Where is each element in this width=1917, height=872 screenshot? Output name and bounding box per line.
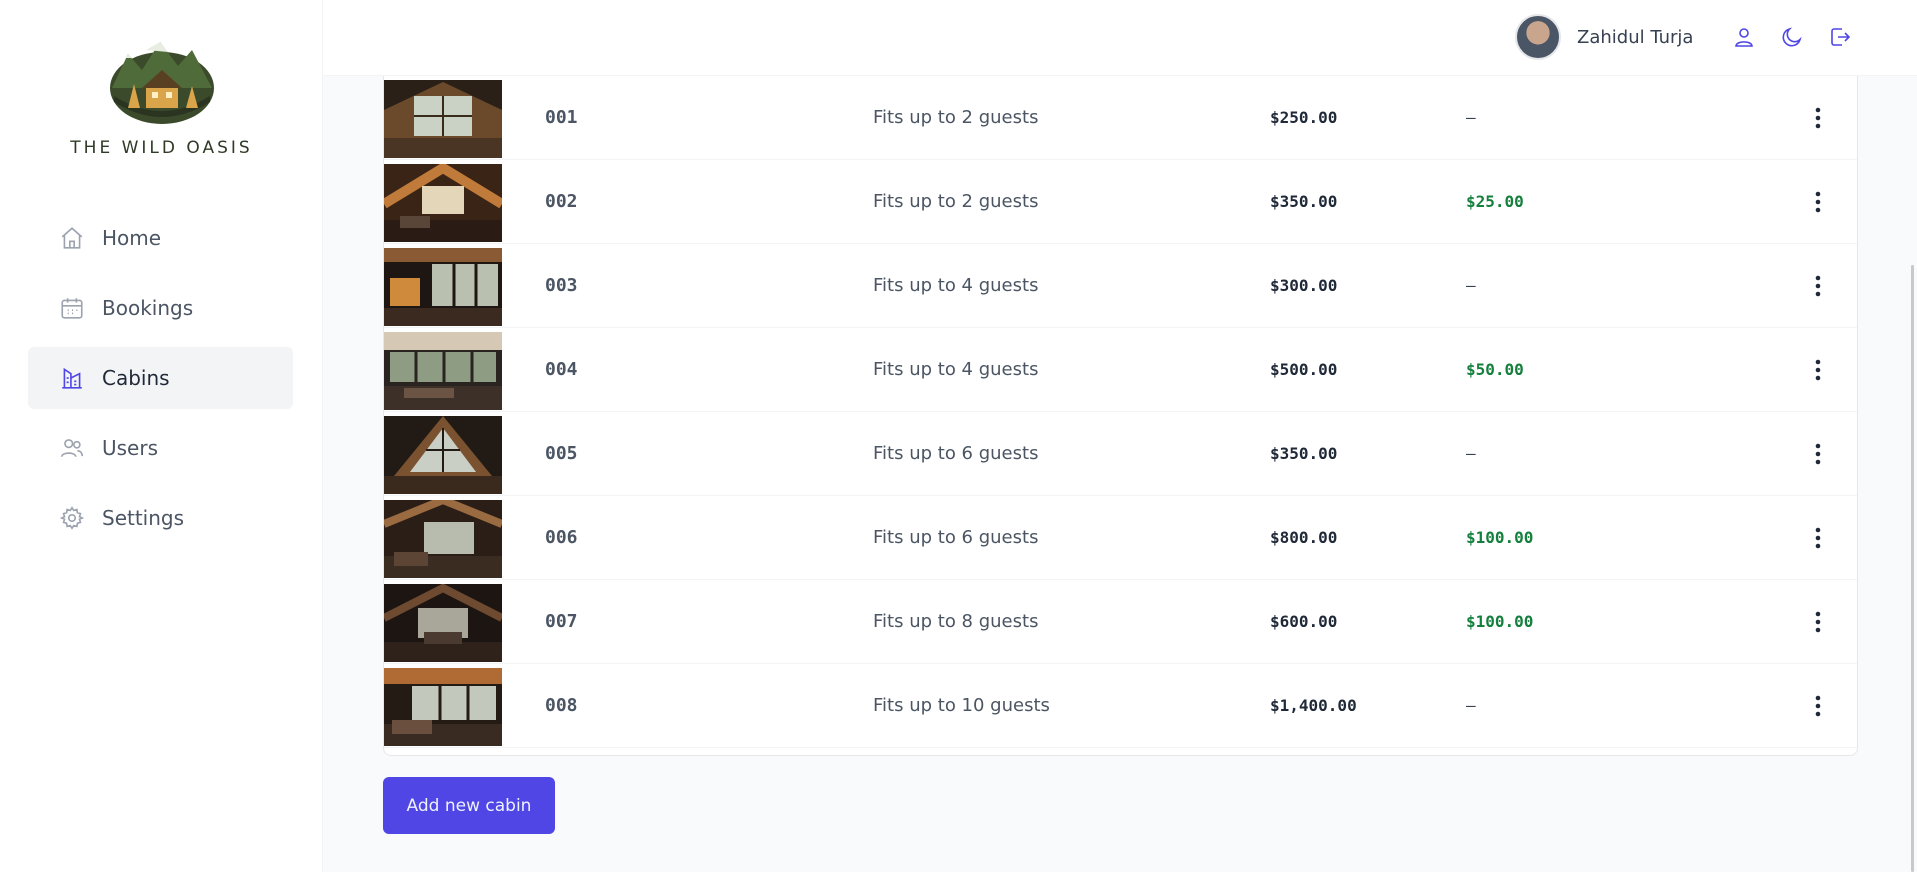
add-cabin-button[interactable]: Add new cabin [383,777,555,834]
cabin-image [384,500,502,578]
kebab-menu-icon [1815,611,1821,633]
cabin-capacity: Fits up to 2 guests [873,107,1039,128]
table-row: 004 Fits up to 4 guests $500.00 $50.00 [384,328,1857,412]
moon-icon [1782,27,1802,47]
brand-logo: THE WILD OASIS [0,36,323,158]
kebab-menu-icon [1815,695,1821,717]
cabins-table: 001 Fits up to 2 guests $250.00 — 002 Fi… [383,76,1858,756]
row-menu-button[interactable] [1802,522,1834,554]
cabin-name: 004 [545,359,578,380]
cabin-capacity: Fits up to 8 guests [873,611,1039,632]
row-menu-button[interactable] [1802,270,1834,302]
cabin-discount: $100.00 [1466,612,1534,631]
cabin-capacity: Fits up to 4 guests [873,359,1039,380]
account-button[interactable] [1729,22,1759,52]
cabin-discount: — [1466,276,1476,295]
cabin-price: $500.00 [1270,360,1338,379]
brand-name: THE WILD OASIS [70,138,253,158]
cabin-price: $600.00 [1270,612,1338,631]
cabin-price: $350.00 [1270,192,1338,211]
cabin-name: 006 [545,527,578,548]
logout-button[interactable] [1825,22,1855,52]
table-row: 008 Fits up to 10 guests $1,400.00 — [384,664,1857,748]
row-menu-button[interactable] [1802,354,1834,386]
sidebar-item-label: Home [102,226,162,250]
sidebar-item-label: Settings [102,506,185,530]
sidebar-item-label: Bookings [102,296,194,320]
sidebar-nav: Home Bookings Cabins Users Settings [28,207,293,557]
row-menu-button[interactable] [1802,102,1834,134]
avatar [1515,14,1561,60]
gear-icon [58,504,86,532]
header-actions [1729,22,1855,52]
sidebar: THE WILD OASIS Home Bookings Cabins User… [0,0,323,872]
cabin-image [384,164,502,242]
cabin-image [384,668,502,746]
kebab-menu-icon [1815,107,1821,129]
cabin-image [384,80,502,158]
calendar-icon [58,294,86,322]
cabin-price: $800.00 [1270,528,1338,547]
logout-icon [1831,28,1851,46]
table-row: 001 Fits up to 2 guests $250.00 — [384,76,1857,160]
cabin-name: 002 [545,191,578,212]
cabin-discount: $50.00 [1466,360,1524,379]
cabin-name: 005 [545,443,578,464]
cabin-capacity: Fits up to 10 guests [873,695,1050,716]
table-row: 007 Fits up to 8 guests $600.00 $100.00 [384,580,1857,664]
cabin-discount: $25.00 [1466,192,1524,211]
table-row: 005 Fits up to 6 guests $350.00 — [384,412,1857,496]
kebab-menu-icon [1815,359,1821,381]
table-row: 006 Fits up to 6 guests $800.00 $100.00 [384,496,1857,580]
cabin-price: $1,400.00 [1270,696,1357,715]
top-header: Zahidul Turja [323,0,1917,76]
row-menu-button[interactable] [1802,606,1834,638]
cabin-discount: — [1466,108,1476,127]
cabin-name: 008 [545,695,578,716]
logo-icon [109,42,214,124]
page-scrollbar[interactable] [1911,265,1914,872]
home-icon [58,224,86,252]
cabin-discount: — [1466,696,1476,715]
cabin-price: $350.00 [1270,444,1338,463]
cabin-capacity: Fits up to 2 guests [873,191,1039,212]
sidebar-item-bookings[interactable]: Bookings [28,277,293,339]
cabin-discount: — [1466,444,1476,463]
user-name: Zahidul Turja [1577,26,1694,48]
cabin-image [384,416,502,494]
kebab-menu-icon [1815,527,1821,549]
dark-mode-toggle[interactable] [1777,22,1807,52]
sidebar-item-cabins[interactable]: Cabins [28,347,293,409]
sidebar-item-label: Users [102,436,159,460]
cabin-capacity: Fits up to 6 guests [873,527,1039,548]
row-menu-button[interactable] [1802,690,1834,722]
cabin-image [384,332,502,410]
user-icon [1735,28,1753,47]
row-menu-button[interactable] [1802,186,1834,218]
cabin-name: 001 [545,107,578,128]
cabins-icon [58,364,86,392]
table-row: 003 Fits up to 4 guests $300.00 — [384,244,1857,328]
kebab-menu-icon [1815,191,1821,213]
cabin-capacity: Fits up to 6 guests [873,443,1039,464]
cabin-price: $300.00 [1270,276,1338,295]
users-icon [58,434,86,462]
user-info: Zahidul Turja [1515,14,1693,60]
table-row: 002 Fits up to 2 guests $350.00 $25.00 [384,160,1857,244]
sidebar-item-home[interactable]: Home [28,207,293,269]
kebab-menu-icon [1815,275,1821,297]
cabin-capacity: Fits up to 4 guests [873,275,1039,296]
cabin-name: 007 [545,611,578,632]
cabin-name: 003 [545,275,578,296]
sidebar-item-users[interactable]: Users [28,417,293,479]
row-menu-button[interactable] [1802,438,1834,470]
kebab-menu-icon [1815,443,1821,465]
sidebar-item-label: Cabins [102,366,170,390]
cabin-image [384,248,502,326]
cabin-price: $250.00 [1270,108,1338,127]
cabin-discount: $100.00 [1466,528,1534,547]
sidebar-item-settings[interactable]: Settings [28,487,293,549]
cabin-image [384,584,502,662]
